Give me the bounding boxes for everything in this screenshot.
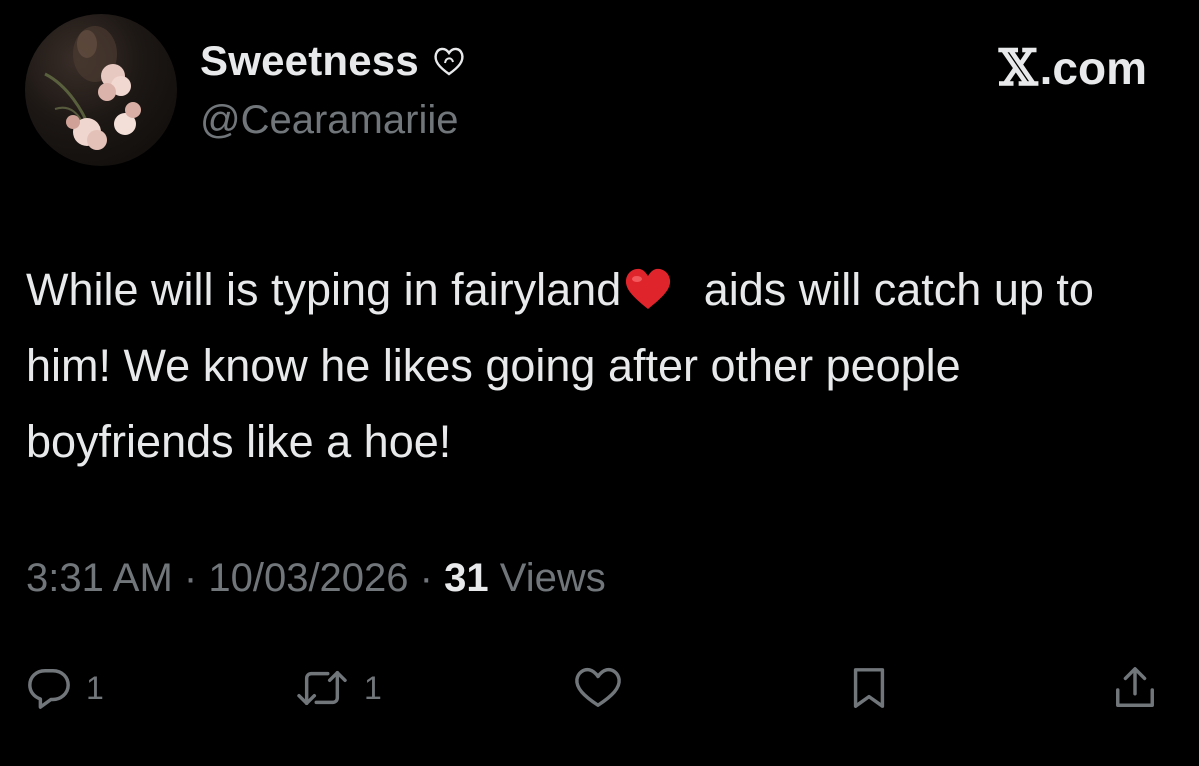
source-domain: .com — [1039, 41, 1147, 94]
like-button[interactable] — [570, 660, 626, 716]
bookmark-icon — [853, 668, 885, 708]
reply-button[interactable]: 1 — [26, 660, 104, 716]
tweet-text: While will is typing in fairyland aids w… — [26, 252, 1146, 480]
tweet-card: Sweetness @Cearamariie 𝕏 .com While will… — [0, 0, 1199, 766]
red-heart-emoji — [623, 258, 673, 309]
reply-count: 1 — [86, 669, 104, 706]
retweet-count: 1 — [364, 669, 382, 706]
meta-separator: · — [419, 556, 433, 600]
reply-icon — [28, 669, 70, 709]
retweet-button[interactable]: 1 — [294, 660, 382, 716]
heart-outline-icon — [431, 43, 467, 79]
views-label: Views — [499, 556, 606, 600]
avatar[interactable] — [25, 14, 177, 166]
bookmark-button[interactable] — [846, 660, 892, 716]
meta-separator: · — [183, 556, 198, 600]
retweet-icon — [297, 670, 347, 706]
source-label: 𝕏 .com — [999, 38, 1147, 97]
tweet-date[interactable]: 10/03/2026 — [208, 556, 408, 600]
like-icon — [575, 667, 621, 707]
display-name[interactable]: Sweetness — [200, 37, 419, 85]
action-bar: 1 1 — [0, 660, 1199, 720]
author-name-row[interactable]: Sweetness — [200, 37, 467, 85]
views-count: 31 — [444, 556, 489, 600]
author-handle[interactable]: @Cearamariie — [200, 98, 458, 143]
share-button[interactable] — [1112, 660, 1158, 716]
share-icon — [1116, 667, 1154, 707]
tweet-time[interactable]: 3:31 AM — [26, 556, 173, 600]
x-logo-icon: 𝕏 — [998, 38, 1038, 97]
avatar-image — [44, 26, 141, 150]
tweet-meta: 3:31 AM · 10/03/2026 · 31 Views — [26, 556, 606, 601]
tweet-text-part-1: While will is typing in fairyland — [26, 264, 622, 315]
